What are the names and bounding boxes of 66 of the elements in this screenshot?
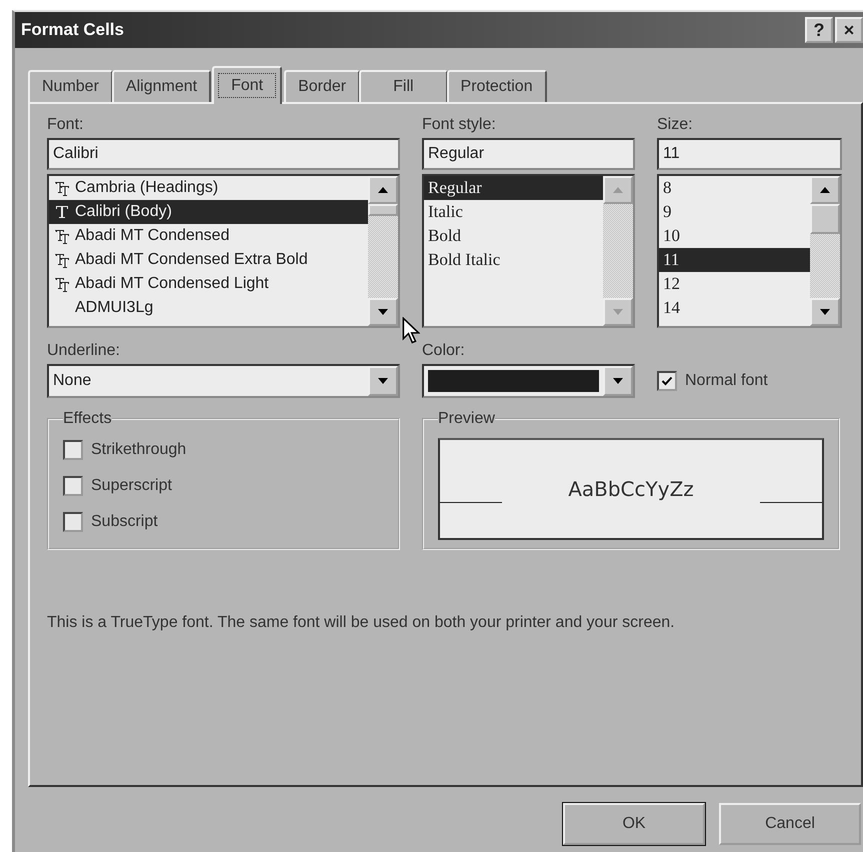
list-item[interactable]: Cambria (Headings) xyxy=(49,176,368,200)
color-dropdown[interactable] xyxy=(422,364,635,398)
tab[interactable]: Fill xyxy=(359,70,448,102)
list-item[interactable]: Regular xyxy=(424,176,603,200)
list-item[interactable]: 14 xyxy=(659,296,810,320)
help-button[interactable]: ? xyxy=(805,17,833,43)
font-field[interactable]: Calibri xyxy=(47,138,400,170)
window-title: Format Cells xyxy=(21,20,124,40)
preview-sample-text: AaBbCcYyZz xyxy=(567,477,695,501)
list-item[interactable]: 12 xyxy=(659,272,810,296)
scroll-down-button[interactable] xyxy=(368,298,398,326)
down-arrow-icon xyxy=(378,309,388,315)
down-arrow-icon xyxy=(613,309,623,315)
up-arrow-icon xyxy=(378,187,388,193)
size-field[interactable]: 11 xyxy=(657,138,842,170)
scroll-up-button[interactable] xyxy=(810,176,840,204)
scrollbar-thumb[interactable] xyxy=(810,204,840,234)
scrollbar-thumb[interactable] xyxy=(368,204,398,216)
list-item[interactable]: 8 xyxy=(659,176,810,200)
truetype-icon xyxy=(53,252,71,268)
list-item[interactable]: ADMUI3Lg xyxy=(49,296,368,320)
truetype-icon xyxy=(53,180,71,196)
list-item[interactable]: Bold xyxy=(424,224,603,248)
field-label: Size: xyxy=(657,115,694,135)
truetype-icon xyxy=(53,276,71,292)
effect-checkbox[interactable]: Subscript xyxy=(63,504,384,540)
info-text: This is a TrueType font. The same font will be used on both your printer and your screen. xyxy=(47,613,676,633)
mouse-pointer-icon xyxy=(402,317,420,345)
close-button[interactable]: × xyxy=(835,17,863,43)
field-label: Color: xyxy=(422,341,466,361)
field-label: Font: xyxy=(47,115,84,135)
normal-font-checkbox[interactable]: Normal font xyxy=(657,364,842,398)
underline-dropdown[interactable]: None xyxy=(47,364,400,398)
font-icon xyxy=(53,204,71,220)
scroll-down-button[interactable] xyxy=(810,298,840,326)
list-item[interactable]: Abadi MT Condensed Extra Bold xyxy=(49,248,368,272)
tab[interactable]: Number xyxy=(28,70,113,102)
tab[interactable]: Font xyxy=(212,66,282,104)
group-title: Effects xyxy=(63,410,112,428)
tab[interactable]: Border xyxy=(284,70,360,102)
list-item[interactable]: Abadi MT Condensed xyxy=(49,224,368,248)
down-arrow-icon xyxy=(378,378,388,384)
group-title: Preview xyxy=(438,410,495,428)
truetype-icon xyxy=(53,228,71,244)
tab[interactable]: Alignment xyxy=(112,70,212,102)
tab[interactable]: Protection xyxy=(446,70,547,102)
up-arrow-icon xyxy=(613,187,623,193)
up-arrow-icon xyxy=(820,187,830,193)
field-label: Font style: xyxy=(422,115,497,135)
font-style-field[interactable]: Regular xyxy=(422,138,635,170)
scroll-up-button[interactable] xyxy=(368,176,398,204)
down-arrow-icon xyxy=(613,378,623,384)
ok-button[interactable]: OK xyxy=(563,803,705,845)
list-item[interactable]: Abadi MT Condensed Light xyxy=(49,272,368,296)
down-arrow-icon xyxy=(820,309,830,315)
list-item[interactable]: Bold Italic xyxy=(424,248,603,272)
checkmark-icon xyxy=(661,375,673,387)
field-label: Underline: xyxy=(47,341,121,361)
cancel-button[interactable]: Cancel xyxy=(719,803,861,845)
effect-checkbox[interactable]: Superscript xyxy=(63,468,384,504)
list-item[interactable]: 10 xyxy=(659,224,810,248)
list-item[interactable]: 9 xyxy=(659,200,810,224)
effect-checkbox[interactable]: Strikethrough xyxy=(63,432,384,468)
list-item[interactable]: Italic xyxy=(424,200,603,224)
list-item[interactable]: 11 xyxy=(659,248,810,272)
list-item[interactable]: Calibri (Body) xyxy=(49,200,368,224)
